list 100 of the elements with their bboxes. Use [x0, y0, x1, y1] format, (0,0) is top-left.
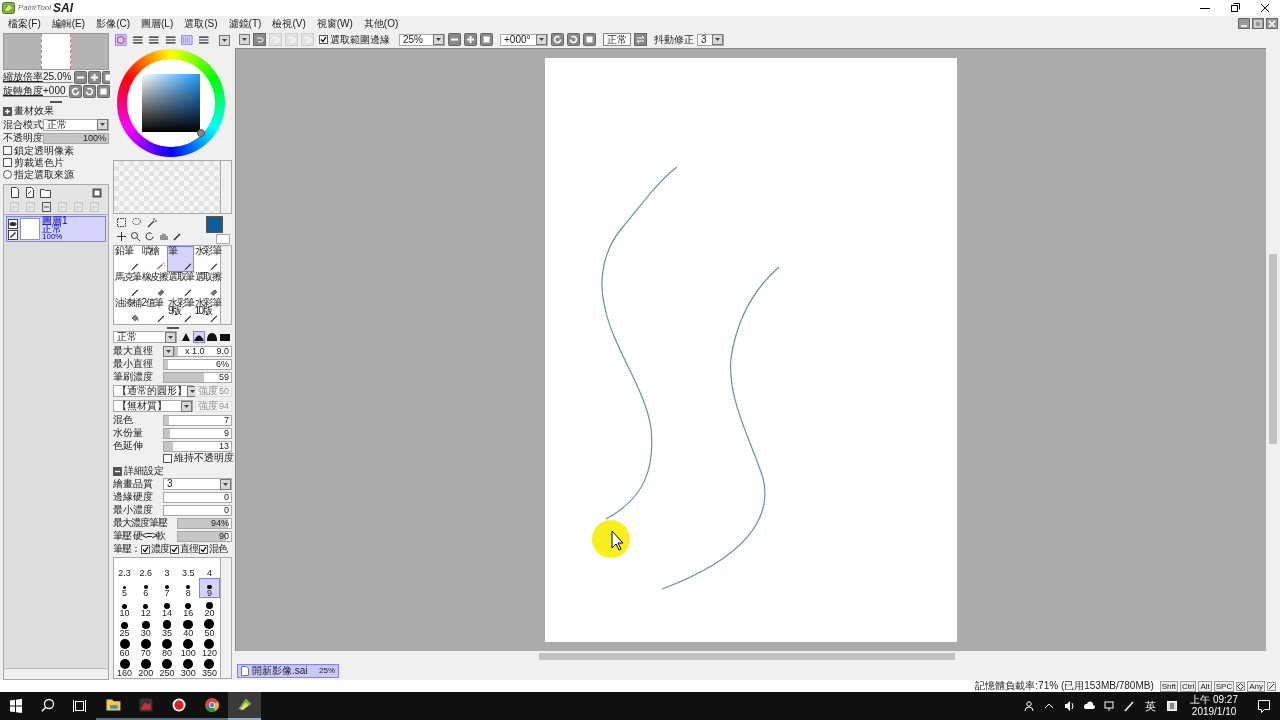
folder-icon[interactable]	[40, 187, 51, 198]
slider[interactable]: 0	[163, 491, 232, 503]
brush-size-cell[interactable]: 40	[177, 618, 199, 638]
magic-wand-icon[interactable]	[146, 217, 157, 228]
tool-button[interactable]: 橡皮擦	[140, 272, 167, 298]
move-icon[interactable]	[116, 231, 127, 242]
brush-size-cell[interactable]: 100	[177, 638, 199, 658]
radio-button[interactable]	[3, 170, 12, 179]
vertical-scrollbar[interactable]	[220, 246, 231, 324]
checkbox[interactable]	[319, 35, 328, 44]
pen-icon[interactable]	[1123, 699, 1136, 713]
brush-size-cell[interactable]: 250	[156, 658, 178, 678]
undo-button[interactable]	[253, 33, 266, 46]
slider[interactable]: 59	[163, 371, 232, 383]
brush-size-cell[interactable]: 50	[198, 618, 220, 638]
brush-size-cell[interactable]: 200	[135, 658, 157, 678]
checkbox[interactable]	[3, 146, 12, 155]
scratchpad-tab[interactable]	[197, 35, 209, 45]
checkbox[interactable]	[199, 544, 208, 554]
swatches-tab[interactable]	[181, 35, 193, 45]
brush-size-cell[interactable]: 12	[135, 598, 157, 618]
zoom-out-button[interactable]	[74, 71, 88, 84]
brush-size-cell[interactable]: 2.3	[114, 558, 136, 578]
zoom-out-button[interactable]	[448, 33, 461, 46]
people-icon[interactable]	[1023, 699, 1036, 713]
expand-icon[interactable]	[3, 106, 12, 116]
brush-size-cell[interactable]: 3	[156, 558, 178, 578]
keyboard-icon[interactable]	[1166, 699, 1179, 713]
new-layer-icon[interactable]	[10, 187, 20, 198]
tool-button[interactable]: 水彩筆 9版	[167, 298, 194, 324]
slider[interactable]: x 1.0 9.0	[174, 345, 232, 357]
brush-size-cell[interactable]: 10	[114, 598, 136, 618]
menu-item[interactable]: 檢視(V)	[268, 18, 310, 29]
zoom-icon[interactable]	[130, 231, 141, 242]
pen-icon[interactable]	[8, 229, 18, 240]
tool-button[interactable]: 馬克筆	[114, 272, 141, 298]
tool-button[interactable]: 水彩筆	[193, 246, 220, 272]
navigator-field[interactable]: 縮放倍率25.0%	[3, 72, 74, 83]
eyedropper-icon[interactable]	[172, 231, 183, 242]
slider[interactable]: 94%	[177, 517, 232, 529]
eye-icon[interactable]	[8, 218, 18, 229]
tool-button[interactable]: 選取筆	[167, 272, 194, 298]
primary-color-swatch[interactable]	[206, 215, 223, 233]
brush-size-cell[interactable]: 25	[114, 618, 136, 638]
brush-size-cell[interactable]: 120	[198, 638, 220, 658]
rotate-icon[interactable]	[144, 231, 155, 242]
brush-size-cell[interactable]: 300	[177, 658, 199, 678]
menu-item[interactable]: 選取(S)	[180, 18, 222, 29]
brush-mode-dropdown[interactable]: 正常	[113, 331, 177, 343]
slider[interactable]: 9	[163, 427, 232, 439]
horizontal-scrollbar[interactable]	[4, 668, 108, 679]
tool-button[interactable]: 筆	[167, 246, 194, 272]
clear-icon[interactable]	[42, 202, 52, 212]
slider[interactable]: 90	[177, 530, 232, 542]
brush-size-cell[interactable]: 3.5	[177, 558, 199, 578]
brush-size-cell[interactable]: 14	[156, 598, 178, 618]
document-tab[interactable]: 開新影像.sai 25%	[237, 664, 339, 678]
panel-grip[interactable]	[166, 326, 179, 329]
tool-button[interactable]: 選取擦	[193, 272, 220, 298]
document-restore-icon[interactable]	[1252, 18, 1264, 29]
zoom-in-button[interactable]	[88, 71, 102, 84]
panel-grip[interactable]	[50, 100, 62, 103]
slider[interactable]: 13	[163, 440, 232, 452]
brush-size-cell[interactable]: 20	[198, 598, 220, 618]
menu-item[interactable]: 編輯(E)	[47, 18, 90, 29]
brush-size-cell[interactable]: 350	[198, 658, 220, 678]
collapse-icon[interactable]	[113, 466, 122, 476]
rotation-dropdown[interactable]: +000°	[500, 33, 548, 46]
slider[interactable]: 6%	[163, 358, 232, 370]
view-mode-button[interactable]: 正常	[603, 33, 631, 46]
clock[interactable]: 上午 09:27 2019/1/10	[1186, 694, 1242, 718]
zoom-dropdown[interactable]: 25%	[399, 33, 445, 46]
brush-size-cell[interactable]: 6	[135, 578, 157, 598]
tool-button[interactable]: 噴槍	[140, 246, 167, 272]
slider[interactable]: 0	[163, 504, 232, 516]
network-icon[interactable]	[1103, 699, 1116, 713]
checkbox[interactable]	[170, 544, 179, 554]
hsv-sliders-tab[interactable]	[148, 35, 160, 45]
toolbar-menu-icon[interactable]	[239, 34, 250, 45]
layer-row[interactable]: 圖層1 正常 100%	[6, 216, 106, 242]
stabilizer-dropdown[interactable]: 3	[697, 33, 724, 46]
tool-button[interactable]: 鉛筆	[114, 246, 141, 272]
flip-button[interactable]	[634, 33, 647, 46]
menu-item[interactable]: 影像(C)	[92, 18, 134, 29]
rectangle-select-icon[interactable]	[116, 217, 127, 228]
rotate-right-button[interactable]	[82, 85, 96, 98]
tool-button[interactable]: 水彩筆 10版	[193, 298, 220, 324]
menu-item[interactable]: 其他(O)	[359, 18, 403, 29]
rotate-left-button[interactable]	[551, 33, 564, 46]
reset-zoom-button[interactable]	[480, 33, 493, 46]
menu-item[interactable]: 濾鏡(T)	[224, 18, 266, 29]
tool-button[interactable]: 油漆桶	[114, 298, 141, 324]
navigator-field[interactable]: 旋轉角度+000	[3, 86, 68, 97]
brush-size-cell[interactable]: 80	[156, 638, 178, 658]
brush-shape-button[interactable]	[180, 331, 192, 343]
panel-menu-icon[interactable]	[219, 34, 230, 46]
brush-shape-button[interactable]	[206, 331, 218, 343]
blend-mode-dropdown[interactable]: 正常	[43, 118, 109, 131]
document-close-icon[interactable]	[1266, 18, 1278, 29]
lasso-icon[interactable]	[131, 217, 142, 228]
